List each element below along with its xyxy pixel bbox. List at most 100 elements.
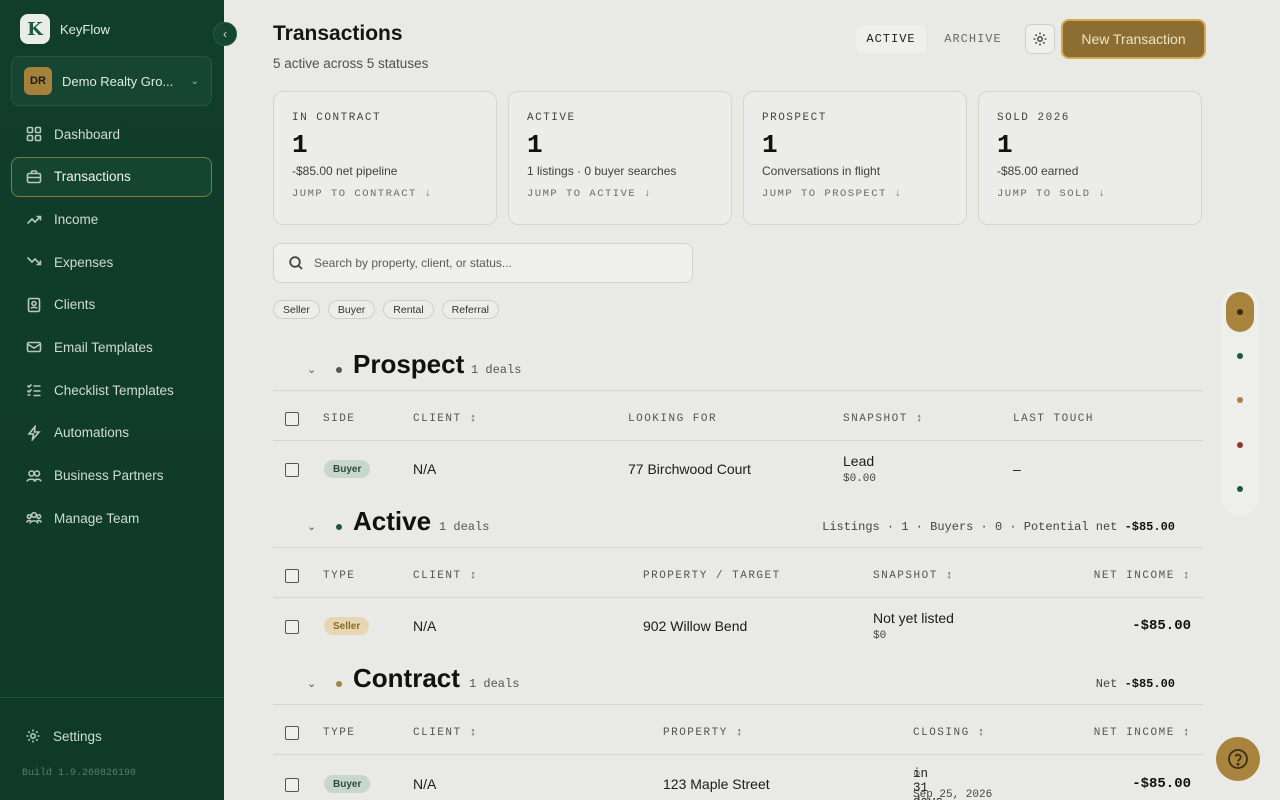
search-input[interactable] bbox=[314, 256, 674, 270]
nav-item-settings[interactable]: Settings bbox=[11, 716, 212, 756]
org-switcher[interactable]: DR Demo Realty Gro... ⌄ bbox=[11, 56, 212, 106]
rail-item-contract[interactable] bbox=[1226, 292, 1254, 332]
card-count: 1 bbox=[997, 130, 1013, 160]
sidebar: K KeyFlow ‹ DR Demo Realty Gro... ⌄ Dash… bbox=[0, 0, 237, 800]
select-all-checkbox[interactable] bbox=[285, 569, 299, 583]
nav-label: Clients bbox=[54, 297, 96, 313]
nav-item-email-templates[interactable]: Email Templates bbox=[11, 327, 212, 367]
brand[interactable]: K KeyFlow bbox=[20, 14, 110, 44]
nav-item-business-partners[interactable]: Business Partners bbox=[11, 456, 212, 496]
table-row[interactable]: Buyer N/A 77 Birchwood Court Lead $0.00 … bbox=[273, 441, 1203, 501]
col-last-touch: LAST TOUCH bbox=[1013, 413, 1095, 425]
col-net-income[interactable]: NET INCOME ↕ bbox=[1094, 570, 1191, 582]
col-client[interactable]: CLIENT ↕ bbox=[413, 727, 478, 739]
summary-value: -$85.00 bbox=[1124, 520, 1175, 534]
row-checkbox[interactable] bbox=[285, 778, 299, 792]
status-dot bbox=[336, 681, 342, 687]
tab-active[interactable]: ACTIVE bbox=[856, 25, 926, 53]
filter-seller[interactable]: Seller bbox=[273, 300, 320, 319]
new-transaction-button[interactable]: New Transaction bbox=[1061, 19, 1206, 59]
build-version: Build 1.9.260826190 bbox=[22, 768, 137, 779]
section-prospect-header: ⌄ Prospect 1 deals bbox=[273, 343, 1203, 391]
card-sold: SOLD 2026 1 -$85.00 earned JUMP TO SOLD … bbox=[978, 91, 1202, 225]
filter-referral[interactable]: Referral bbox=[441, 300, 500, 319]
select-all-checkbox[interactable] bbox=[285, 412, 299, 426]
contract-table-header: TYPE CLIENT ↕ PROPERTY ↕ CLOSING ↕ NET I… bbox=[273, 706, 1203, 755]
trending-down-icon bbox=[26, 254, 42, 270]
contacts-icon bbox=[26, 297, 42, 313]
rail-dot bbox=[1237, 397, 1243, 403]
jump-to-active-link[interactable]: JUMP TO ACTIVE ↓ bbox=[527, 188, 713, 200]
col-net-income[interactable]: NET INCOME ↕ bbox=[1094, 727, 1191, 739]
nav-label: Expenses bbox=[54, 254, 114, 270]
nav-label: Email Templates bbox=[54, 339, 153, 355]
help-button[interactable] bbox=[1216, 737, 1260, 781]
rail-item-active[interactable] bbox=[1227, 343, 1253, 369]
nav-label: Transactions bbox=[54, 169, 131, 185]
nav-label: Automations bbox=[54, 425, 130, 441]
card-count: 1 bbox=[527, 130, 543, 160]
select-all-checkbox[interactable] bbox=[285, 726, 299, 740]
col-closing[interactable]: CLOSING ↕ bbox=[913, 727, 986, 739]
row-checkbox[interactable] bbox=[285, 463, 299, 477]
col-property[interactable]: PROPERTY ↕ bbox=[663, 727, 744, 739]
col-client[interactable]: CLIENT ↕ bbox=[413, 570, 478, 582]
lightning-icon bbox=[26, 424, 42, 441]
rail-dot bbox=[1237, 309, 1243, 315]
card-label: IN CONTRACT bbox=[292, 112, 382, 124]
chevron-down-icon[interactable]: ⌄ bbox=[307, 363, 316, 376]
card-desc: Conversations in flight bbox=[762, 164, 881, 178]
nav-label: Business Partners bbox=[54, 468, 164, 483]
rail-dot bbox=[1237, 486, 1243, 492]
closing-date: Sep 25, 2026 bbox=[913, 789, 993, 800]
trending-up-icon bbox=[26, 211, 42, 227]
collapse-sidebar-button[interactable]: ‹ bbox=[213, 22, 237, 46]
nav-item-automations[interactable]: Automations bbox=[11, 413, 212, 453]
snapshot-cell: Lead bbox=[843, 453, 875, 469]
property-cell: 902 Willow Bend bbox=[643, 618, 748, 634]
settings-button[interactable] bbox=[1025, 24, 1055, 54]
nav-label: Income bbox=[54, 211, 99, 227]
summary-label: Net bbox=[1095, 677, 1118, 691]
status-dot bbox=[336, 524, 342, 530]
col-client[interactable]: CLIENT ↕ bbox=[413, 413, 478, 425]
section-contract-header: ⌄ Contract 1 deals Net -$85.00 bbox=[273, 657, 1203, 705]
chevron-down-icon[interactable]: ⌄ bbox=[307, 677, 316, 690]
brand-name: KeyFlow bbox=[60, 21, 110, 37]
col-snapshot[interactable]: SNAPSHOT ↕ bbox=[873, 570, 954, 582]
table-row[interactable]: Seller N/A 902 Willow Bend Not yet liste… bbox=[273, 598, 1203, 658]
nav-item-checklist-templates[interactable]: Checklist Templates bbox=[11, 370, 212, 410]
jump-to-prospect-link[interactable]: JUMP TO PROSPECT ↓ bbox=[762, 188, 948, 200]
jump-to-sold-link[interactable]: JUMP TO SOLD ↓ bbox=[997, 188, 1183, 200]
search-box[interactable] bbox=[273, 243, 693, 283]
search-icon bbox=[289, 256, 303, 270]
org-avatar: DR bbox=[24, 67, 52, 95]
filter-rental[interactable]: Rental bbox=[383, 300, 434, 319]
section-title: Prospect bbox=[353, 349, 465, 379]
main-content: Transactions 5 active across 5 statuses … bbox=[224, 0, 1280, 800]
section-title: Active bbox=[353, 506, 432, 536]
dashboard-icon bbox=[26, 126, 42, 142]
card-label: ACTIVE bbox=[527, 112, 576, 124]
rail-item-prospect[interactable] bbox=[1227, 387, 1253, 413]
row-checkbox[interactable] bbox=[285, 620, 299, 634]
nav-item-transactions[interactable]: Transactions bbox=[11, 156, 212, 197]
chevron-down-icon[interactable]: ⌄ bbox=[307, 520, 316, 533]
nav-item-income[interactable]: Income bbox=[11, 199, 212, 239]
filter-buyer[interactable]: Buyer bbox=[327, 300, 376, 319]
table-row[interactable]: Buyer N/A 123 Maple Street ○ in 31 days … bbox=[273, 755, 1203, 800]
tab-archive[interactable]: ARCHIVE bbox=[936, 25, 1010, 53]
rail-item-lost[interactable] bbox=[1227, 432, 1253, 458]
card-label: SOLD 2026 bbox=[997, 112, 1070, 124]
nav-item-expenses[interactable]: Expenses bbox=[11, 242, 212, 282]
nav-item-clients[interactable]: Clients bbox=[11, 285, 212, 325]
section-summary: Listings · 1 · Buyers · 0 · Potential ne… bbox=[822, 520, 1175, 534]
nav-item-manage-team[interactable]: Manage Team bbox=[11, 498, 212, 538]
nav-item-dashboard[interactable]: Dashboard bbox=[11, 114, 212, 154]
rail-item-sold[interactable] bbox=[1227, 476, 1253, 502]
col-snapshot[interactable]: SNAPSHOT ↕ bbox=[843, 413, 924, 425]
card-desc: -$85.00 earned bbox=[997, 164, 1079, 178]
col-type: TYPE bbox=[323, 570, 356, 582]
jump-to-contract-link[interactable]: JUMP TO CONTRACT ↓ bbox=[292, 188, 478, 200]
nav-label: Checklist Templates bbox=[54, 382, 174, 398]
